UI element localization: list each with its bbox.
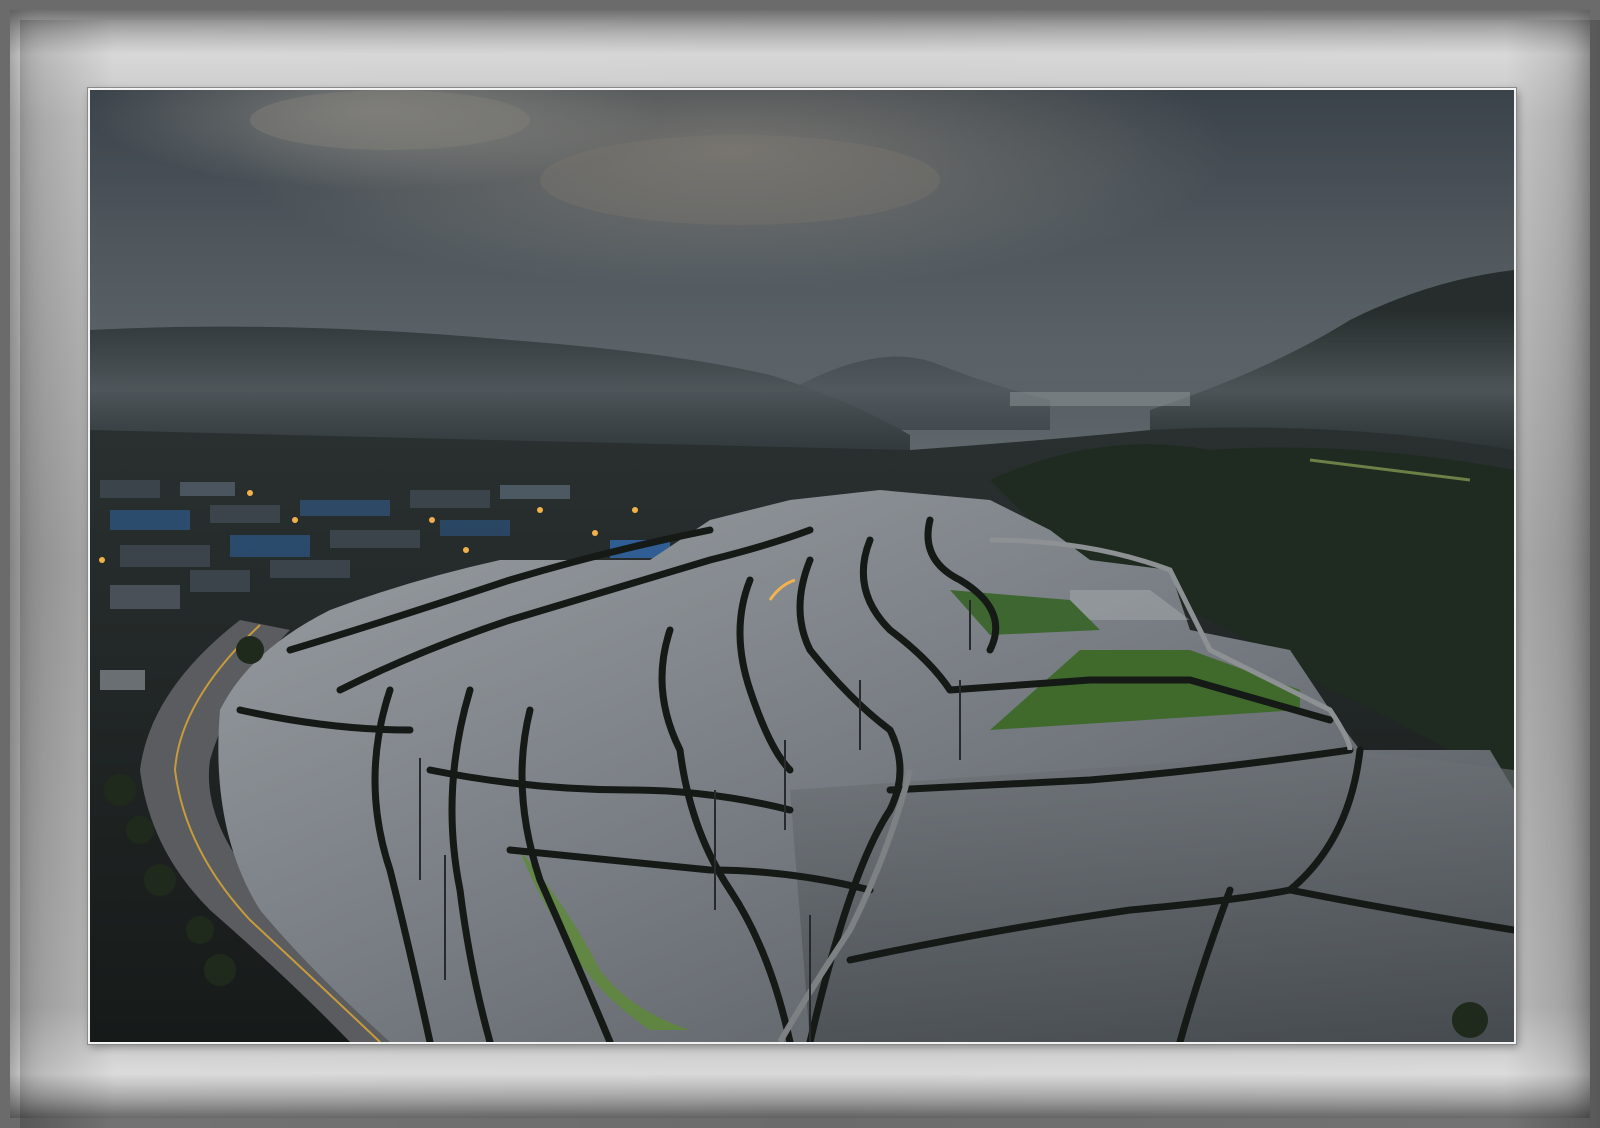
cloud — [540, 135, 940, 225]
landscape-illustration — [90, 90, 1514, 1042]
sea-haze — [1010, 392, 1190, 406]
landscape-photo — [88, 88, 1516, 1044]
cloud — [250, 90, 530, 150]
